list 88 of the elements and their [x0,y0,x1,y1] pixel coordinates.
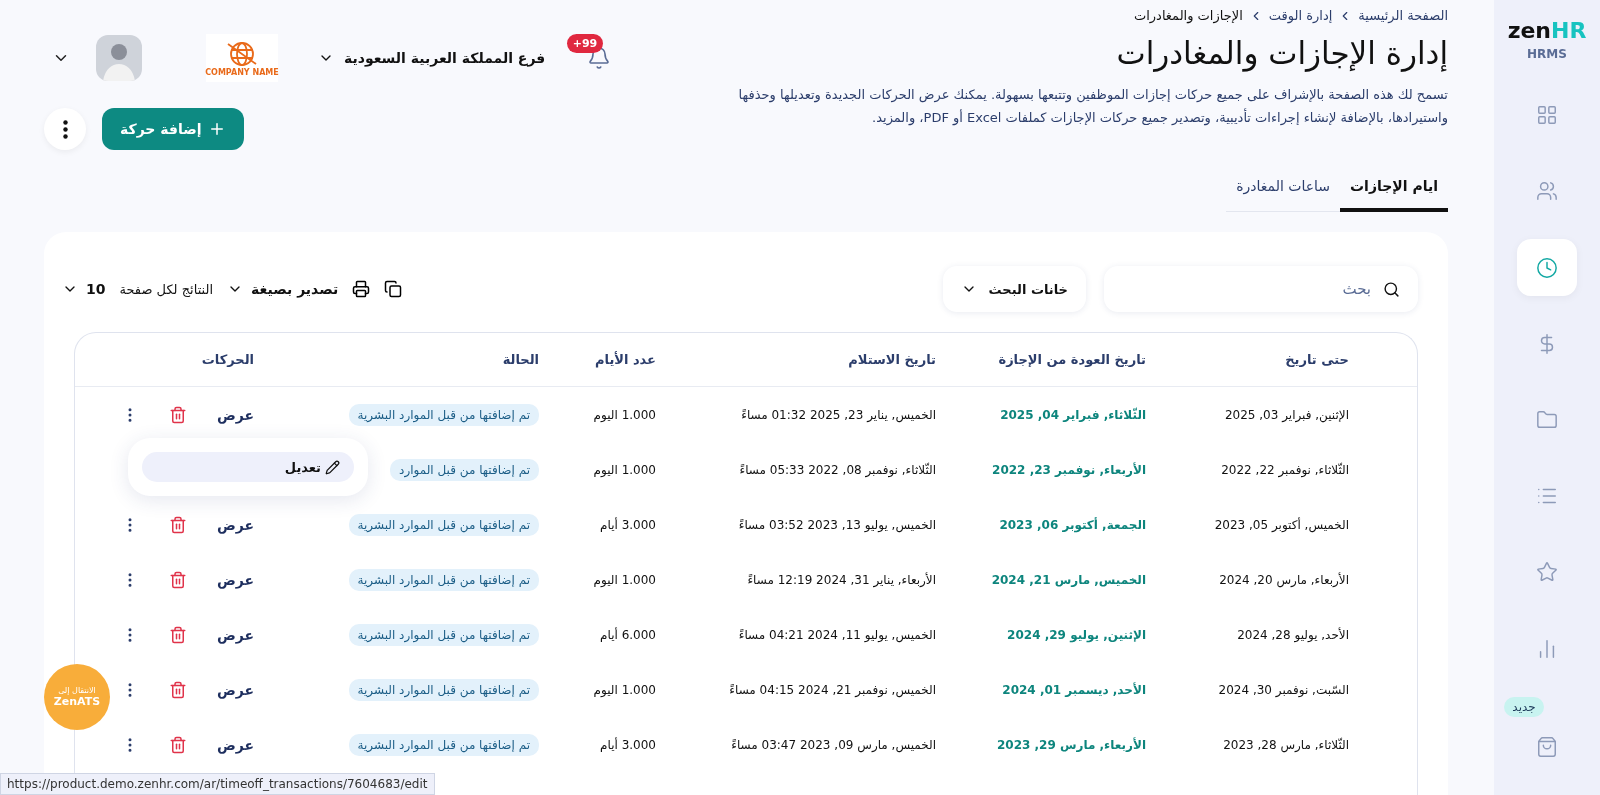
table-cell-text: الإثنين, فبراير 03, 2025 [1223,407,1349,422]
trash-icon[interactable] [168,625,187,644]
kebab-icon [62,119,68,139]
avatar[interactable] [96,35,142,81]
table-cell-text: 1.000 اليوم [592,462,656,477]
shopping-bag-icon [1536,735,1558,758]
add-transaction-button[interactable]: إضافة حركة [102,108,244,150]
table-cell-text: الجمعة, أكتوبر 06, 2023 [998,517,1146,532]
table-cell-text: 1.000 اليوم [592,572,656,587]
page-title: إدارة الإجازات والمغادرات [1115,35,1448,71]
grid-icon [1536,104,1558,127]
zenhr-logo: zenHR [1507,18,1587,43]
folder-icon [1536,409,1558,431]
page-description: تسمح لك هذه الصفحة بالإشراف على جميع حركات إجازات الموظفين وتتبعها بسهولة. يمكنك عرض الحركات الجديدة وتعديلها وحذفها واستيرادها، بالإضافة لإنشاء إجراءات تأديبية، وتصدير جميع حركات الإجازات كملفات Excel أو PDF، والمزيد. [737,86,1448,128]
table-cell-text: الإثنين, يوليو 29, 2024 [1006,627,1146,642]
table-cell-text: 1.000 اليوم [592,407,656,422]
star-icon [1536,561,1558,584]
export-dropdown[interactable]: تصدير بصيغة [227,281,339,297]
view-link[interactable]: عرض [216,626,254,643]
table-cell-text: الأربعاء, مارس 20, 2024 [1218,572,1349,587]
tab[interactable]: ايام الإجازات [1340,168,1448,212]
table-cell-text: 6.000 أيام [599,627,656,642]
table-cell-text: الثّلاثاء, نوفمبر 08, 2022 05:33 مساءً [738,462,936,477]
column-header: تاريخ الاستلام [847,352,936,367]
per-page-dropdown[interactable]: 10 [62,281,106,297]
pencil-icon [325,459,340,475]
table-cell-text: 3.000 أيام [599,737,656,752]
table-cell-text: الأحد, ديسمبر 01, 2024 [1001,682,1146,697]
table-cell-text: 3.000 أيام [599,517,656,532]
printer-icon[interactable] [352,280,371,298]
column-header: الحالة [501,352,539,367]
bell-icon[interactable] [587,46,612,70]
column-header: الحركات [200,352,254,367]
edit-menu-item[interactable]: تعديل [142,452,354,482]
status-tag: تم إضافتها من قبل الموارد البشرية [348,513,539,536]
table-cell-text: الخميس, نوفمبر 21, 2024 04:15 مساءً [728,682,936,697]
column-header: حتى تاريخ [1284,352,1349,367]
trash-icon[interactable] [168,735,187,754]
branch-dropdown[interactable]: فرع المملكة العربية السعودية [312,49,552,67]
column-header: عدد الأيام [594,352,656,367]
table-cell-text: الخميس, مارس 21, 2024 [990,572,1146,587]
more-options-button[interactable] [44,108,86,150]
notification-count: +99 [566,34,604,53]
trash-icon[interactable] [168,405,187,424]
product-subtitle: HRMS [1527,47,1567,61]
view-link[interactable]: عرض [216,571,254,588]
table-cell-text: الثّلاثاء, مارس 28, 2023 [1222,737,1349,752]
table-cell-text: الأحد, يوليو 28, 2024 [1236,627,1349,642]
view-link[interactable]: عرض [216,406,254,423]
trash-icon[interactable] [168,570,187,589]
new-badge: جديد [1504,696,1544,717]
table-cell-text: الخميس, أكتوبر 05, 2023 [1213,517,1349,532]
status-tag: تم إضافتها من قبل الموارد البشرية [348,403,539,426]
search-icon [1383,280,1400,298]
globe-icon [225,39,259,68]
view-link[interactable]: عرض [216,681,254,698]
search-fields-dropdown[interactable]: خانات البحث [942,266,1086,312]
status-tag: تم إضافتها من قبل الموارد [390,458,539,481]
status-tag: تم إضافتها من قبل الموارد البشرية [348,733,539,756]
column-header: تاريخ العودة من الإجازة [997,352,1146,367]
table-cell-text: الخميس, يوليو 13, 2023 03:52 مساءً [737,517,936,532]
table-cell-text: الأربعاء, نوفمبر 23, 2022 [991,462,1146,477]
table-cell-text: الثّلاثاء, فبراير 04, 2025 [999,407,1146,422]
table-cell-text: الخميس, مارس 09, 2023 03:47 مساءً [730,737,936,752]
table-cell-text: السّبت, نوفمبر 30, 2024 [1217,682,1349,697]
table-cell-text: 1.000 اليوم [592,682,656,697]
users-icon [1536,180,1558,203]
trash-icon[interactable] [168,515,187,534]
tab[interactable]: ساعات المغادرة [1226,168,1341,212]
status-tag: تم إضافتها من قبل الموارد البشرية [348,568,539,591]
status-bar-url: https://product.demo.zenhr.com/ar/timeoff_transactions/7604683/edit [0,773,435,795]
copy-icon[interactable] [384,280,403,298]
breadcrumb-link[interactable]: الصفحة الرئيسية [1358,8,1448,23]
view-link[interactable]: عرض [216,736,254,753]
breadcrumb-link[interactable]: إدارة الوقت [1268,8,1333,23]
table-cell-text: الأربعاء, مارس 29, 2023 [995,737,1146,752]
status-tag: تم إضافتها من قبل الموارد البشرية [348,678,539,701]
table-cell-text: الثّلاثاء, نوفمبر 22, 2022 [1220,462,1349,477]
status-tag: تم إضافتها من قبل الموارد البشرية [348,623,539,646]
search-field[interactable]: بحث [1122,279,1373,299]
table-cell-text: الخميس, يوليو 11, 2024 04:21 مساءً [737,627,936,642]
view-link[interactable]: عرض [216,516,254,533]
per-page-label: النتائج لكل صفحة [119,281,214,297]
company-name: COMPANY NAME [205,67,279,77]
clock-icon [1536,256,1558,279]
table-cell-text: الخميس, يناير 23, 2025 01:32 مساءً [740,407,936,422]
trash-icon[interactable] [168,680,187,699]
table-cell-text: الأربعاء, يناير 31, 2024 12:19 مساءً [746,572,936,587]
